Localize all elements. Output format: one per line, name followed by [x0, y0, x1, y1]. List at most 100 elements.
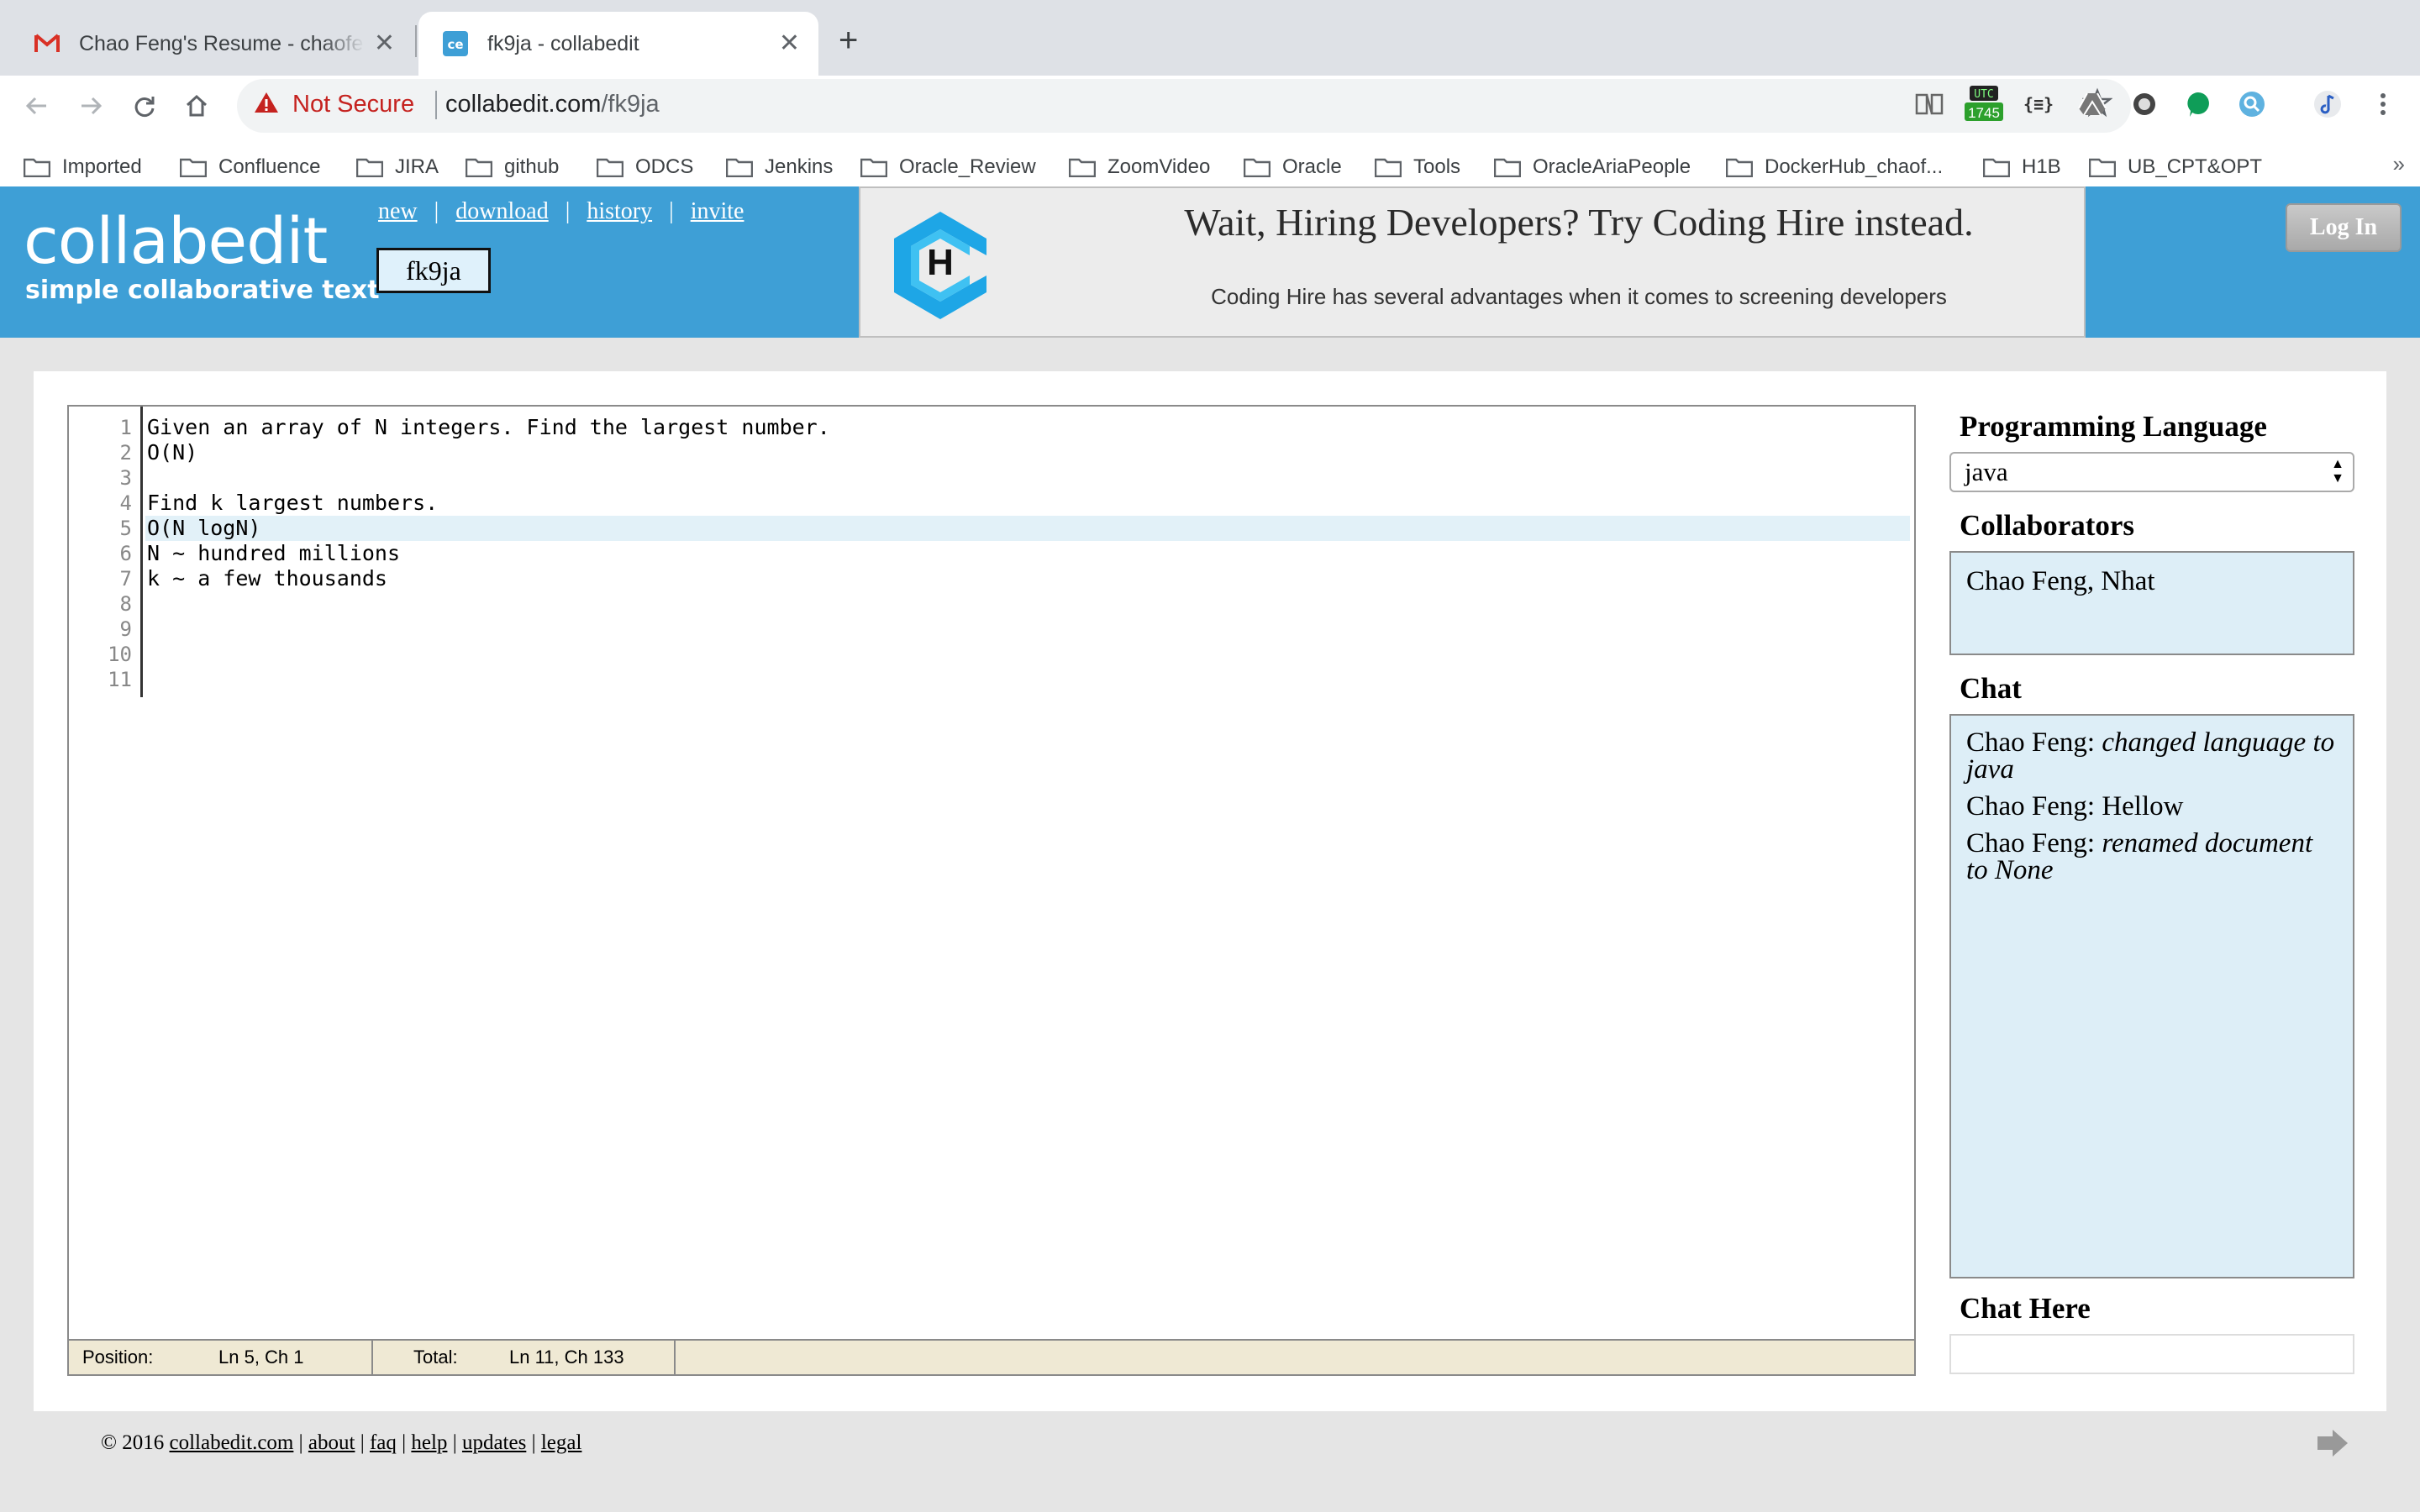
bookmark-item[interactable]: DockerHub_chaof... [1726, 153, 1943, 181]
tab-divider [415, 25, 417, 57]
bookmark-label: Oracle_Review [899, 155, 1036, 178]
folder-icon [1983, 158, 2010, 177]
bookmark-item[interactable]: JIRA [356, 153, 439, 181]
tab-title: Chao Feng's Resume - chaofeng [79, 31, 365, 55]
security-label[interactable]: Not Secure [292, 91, 414, 118]
reload-icon [134, 97, 155, 117]
bookmark-item[interactable]: Oracle_Review [860, 153, 1036, 181]
bookmarks-overflow-button[interactable]: » [2393, 151, 2405, 177]
folder-icon [356, 158, 383, 177]
code-line[interactable] [145, 591, 1910, 617]
close-tab-icon[interactable]: ✕ [374, 31, 395, 56]
folder-icon [597, 158, 623, 177]
reader-icon[interactable] [1912, 87, 1946, 121]
bookmark-item[interactable]: Oracle [1244, 153, 1342, 181]
footer-faq-link[interactable]: faq [370, 1431, 397, 1454]
utc-label: UTC [1974, 88, 1994, 101]
bookmark-item[interactable]: OracleAriaPeople [1494, 153, 1691, 181]
bookmark-label: OracleAriaPeople [1533, 155, 1691, 178]
music-icon[interactable] [2311, 87, 2344, 121]
browser-toolbar: Not Secure collabedit.com/fk9ja UTC 1745… [0, 76, 2420, 202]
code-editor[interactable]: 1 2 3 4 5 6 7 8 9 10 11 Given an array of N intege… [67, 405, 1916, 1376]
address-bar[interactable]: Not Secure collabedit.com/fk9ja [237, 79, 2131, 133]
footer-separator: | [298, 1431, 303, 1454]
footer-about-link[interactable]: about [308, 1431, 355, 1454]
ad-banner[interactable]: H Wait, Hiring Developers? Try Coding Hi… [859, 186, 2086, 338]
folder-icon [860, 158, 887, 177]
menu-icon[interactable] [2366, 87, 2400, 121]
code-line[interactable] [145, 617, 1910, 642]
arrow-right-icon[interactable] [2316, 1428, 2349, 1462]
url-text[interactable]: collabedit.com/fk9ja [445, 91, 660, 118]
bookmark-label: UB_CPT&OPT [2128, 155, 2263, 178]
search-ext-icon[interactable] [2235, 87, 2269, 121]
line-number: 3 [119, 466, 132, 490]
home-button[interactable] [175, 84, 218, 128]
folder-icon [1375, 158, 1402, 177]
drive-icon[interactable] [2075, 87, 2109, 121]
code-line[interactable]: Given an array of N integers. Find the l… [145, 415, 1910, 440]
chat-author: Chao Feng: [1966, 828, 2096, 858]
code-line[interactable]: O(N logN) [145, 516, 1910, 541]
footer-help-link[interactable]: help [411, 1431, 447, 1454]
bookmark-item[interactable]: UB_CPT&OPT [2089, 153, 2262, 181]
reload-button[interactable] [123, 84, 166, 128]
total-value: Ln 11, Ch 133 [509, 1347, 624, 1368]
code-line[interactable]: O(N) [145, 440, 1910, 465]
chat-text: Hellow [2102, 791, 2184, 822]
folder-icon [180, 158, 207, 177]
language-select[interactable]: java ▲ ▼ [1949, 452, 2354, 492]
history-link[interactable]: history [587, 198, 652, 225]
bookmark-label: ODCS [635, 155, 694, 178]
site-logo[interactable]: collabedit [24, 203, 328, 278]
bookmark-item[interactable]: Jenkins [726, 153, 833, 181]
chat-input[interactable] [1949, 1334, 2354, 1374]
bookmark-item[interactable]: ODCS [597, 153, 693, 181]
forward-button[interactable] [69, 84, 113, 128]
code-line[interactable] [145, 667, 1910, 692]
status-divider [371, 1341, 373, 1374]
bookmark-item[interactable]: Tools [1375, 153, 1460, 181]
document-name-field[interactable]: fk9ja [376, 248, 491, 293]
download-link[interactable]: download [455, 198, 548, 225]
ad-title: Wait, Hiring Developers? Try Coding Hire… [1184, 201, 1974, 244]
bookmark-label: Imported [62, 155, 142, 178]
bookmark-item[interactable]: github [466, 153, 559, 181]
code-line[interactable] [145, 465, 1910, 491]
tab-resume[interactable]: Chao Feng's Resume - chaofeng ✕ [10, 12, 413, 76]
bookmark-item[interactable]: Confluence [180, 153, 320, 181]
bookmark-item[interactable]: ZoomVideo [1069, 153, 1210, 181]
code-line[interactable]: k ~ a few thousands [145, 566, 1910, 591]
close-tab-icon[interactable]: ✕ [779, 31, 800, 56]
login-button[interactable]: Log In [2286, 203, 2402, 252]
new-link[interactable]: new [378, 198, 418, 225]
circle-icon[interactable] [2128, 87, 2161, 121]
footer-home-link[interactable]: collabedit.com [170, 1431, 294, 1454]
code-line[interactable]: N ~ hundred millions [145, 541, 1910, 566]
hangouts-icon[interactable] [2181, 87, 2215, 121]
utc-clock-icon[interactable]: UTC 1745 [1965, 86, 2003, 121]
line-number: 2 [119, 441, 132, 465]
json-icon[interactable]: {≡} [2022, 87, 2055, 121]
footer-legal-link[interactable]: legal [541, 1431, 582, 1454]
link-separator: | [434, 198, 439, 224]
code-line[interactable]: Find k largest numbers. [145, 491, 1910, 516]
top-links: new | download | history | invite [378, 198, 744, 225]
position-label: Position: [82, 1347, 154, 1368]
tab-collabedit[interactable]: ce fk9ja - collabedit ✕ [418, 12, 818, 76]
footer-separator: | [360, 1431, 365, 1454]
line-number: 11 [108, 668, 132, 691]
editor-status-bar: Position: Ln 5, Ch 1 Total: Ln 11, Ch 13… [69, 1339, 1914, 1374]
bookmark-item[interactable]: H1B [1983, 153, 2061, 181]
invite-link[interactable]: invite [691, 198, 744, 225]
editor-text[interactable]: Given an array of N integers. Find the l… [145, 415, 1910, 692]
back-button[interactable] [15, 84, 59, 128]
warning-icon [254, 91, 279, 118]
footer-updates-link[interactable]: updates [462, 1431, 526, 1454]
tab-strip: Chao Feng's Resume - chaofeng ✕ ce fk9ja… [0, 0, 2420, 76]
ad-logo-letter: H [927, 242, 954, 283]
bookmark-item[interactable]: Imported [24, 153, 142, 181]
code-line[interactable] [145, 642, 1910, 667]
bookmark-label: ZoomVideo [1107, 155, 1211, 178]
new-tab-button[interactable]: + [839, 24, 858, 57]
